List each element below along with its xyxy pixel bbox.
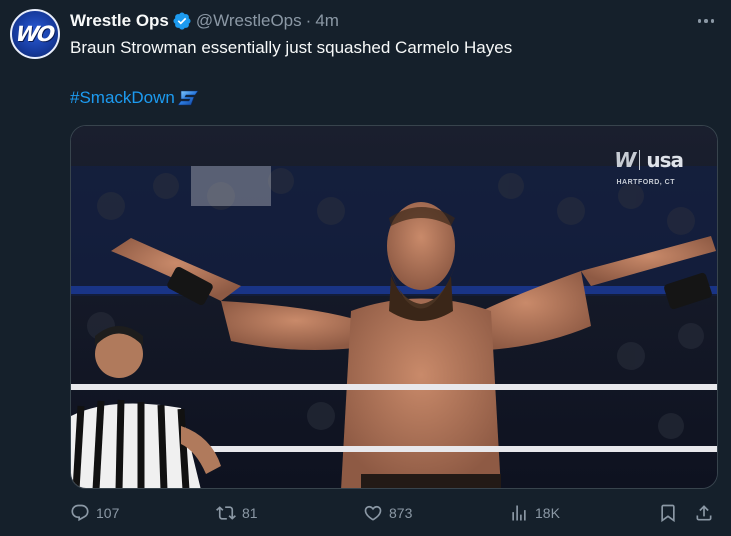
tweet-header: Wrestle Ops @WrestleOps · 4m: [70, 10, 339, 32]
display-name[interactable]: Wrestle Ops: [70, 11, 169, 31]
avatar-logo: WO: [14, 22, 56, 46]
hashtag-line: #SmackDown: [70, 88, 199, 108]
bookmark-button[interactable]: [658, 503, 678, 523]
timestamp[interactable]: 4m: [315, 11, 339, 31]
like-icon: [364, 505, 382, 521]
like-count: 873: [389, 505, 413, 521]
action-bar: 107 81 873 18K: [70, 503, 718, 531]
retweet-button[interactable]: 81: [216, 503, 258, 523]
reply-icon: [71, 504, 89, 522]
tweet-text: Braun Strowman essentially just squashed…: [70, 38, 513, 57]
tweet-card[interactable]: WO Wrestle Ops @WrestleOps · 4m Braun St…: [0, 0, 731, 536]
bookmark-icon: [661, 504, 675, 523]
avatar[interactable]: WO: [10, 9, 60, 59]
more-icon[interactable]: [695, 10, 717, 32]
hashtag-link[interactable]: #SmackDown: [70, 88, 175, 108]
usa-network-logo: usa: [646, 148, 684, 172]
separator-dot: ·: [305, 11, 312, 30]
verified-badge-icon[interactable]: [172, 11, 192, 31]
tweet-media-image[interactable]: W usa HARTFORD, CT: [70, 125, 718, 489]
reply-button[interactable]: 107: [70, 503, 119, 523]
retweet-count: 81: [242, 505, 258, 521]
broadcast-logo: W usa: [614, 148, 684, 172]
views-count: 18K: [535, 505, 560, 521]
views-icon: [512, 505, 526, 521]
share-button[interactable]: [694, 503, 714, 523]
broadcast-location: HARTFORD, CT: [616, 179, 675, 186]
wwe-logo: W: [614, 148, 636, 172]
like-button[interactable]: 873: [363, 503, 412, 523]
retweet-icon: [216, 506, 236, 520]
handle[interactable]: @WrestleOps: [196, 11, 302, 31]
reply-count: 107: [96, 505, 120, 521]
share-icon: [696, 505, 712, 521]
smackdown-hashflag-icon: [177, 90, 199, 106]
views-button[interactable]: 18K: [509, 503, 560, 523]
